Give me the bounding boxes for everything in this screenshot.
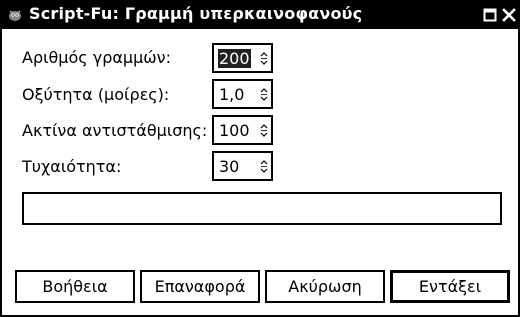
help-button[interactable]: Βοήθεια bbox=[15, 270, 135, 303]
title-bar[interactable]: Script-Fu: Γραμμή υπερκαινοφανούς bbox=[2, 0, 520, 29]
randomness-spinbutton[interactable]: 30 bbox=[212, 151, 273, 181]
gimp-wilber-icon bbox=[9, 10, 21, 21]
lines-count-value[interactable]: 200 bbox=[218, 49, 251, 68]
sharpness-label: Οξύτητα (μοίρες): bbox=[22, 85, 170, 104]
randomness-label: Τυχαιότητα: bbox=[22, 157, 122, 176]
sharpness-spinbutton[interactable]: 1,0 bbox=[212, 79, 273, 109]
lines-count-label: Αριθμός γραμμών: bbox=[22, 48, 172, 67]
ok-button[interactable]: Εντάξει bbox=[390, 270, 510, 303]
reset-button[interactable]: Επαναφορά bbox=[140, 270, 260, 303]
script-fu-dialog: Script-Fu: Γραμμή υπερκαινοφανούς Αριθμό… bbox=[0, 0, 520, 317]
close-icon[interactable] bbox=[502, 8, 516, 22]
text-entry-field[interactable] bbox=[22, 192, 502, 225]
spin-arrows-icon[interactable] bbox=[259, 121, 269, 140]
window-title: Script-Fu: Γραμμή υπερκαινοφανούς bbox=[29, 4, 363, 23]
maximize-icon[interactable] bbox=[483, 8, 497, 22]
spin-arrows-icon[interactable] bbox=[259, 49, 269, 68]
cancel-button[interactable]: Ακύρωση bbox=[265, 270, 385, 303]
offset-radius-label: Ακτίνα αντιστάθμισης: bbox=[22, 121, 208, 140]
spin-arrows-icon[interactable] bbox=[259, 157, 269, 176]
spin-arrows-icon[interactable] bbox=[259, 85, 269, 104]
sharpness-value[interactable]: 1,0 bbox=[218, 85, 245, 104]
lines-count-spinbutton[interactable]: 200 bbox=[212, 43, 273, 73]
offset-radius-value[interactable]: 100 bbox=[218, 121, 251, 140]
offset-radius-spinbutton[interactable]: 100 bbox=[212, 115, 273, 145]
randomness-value[interactable]: 30 bbox=[218, 157, 240, 176]
